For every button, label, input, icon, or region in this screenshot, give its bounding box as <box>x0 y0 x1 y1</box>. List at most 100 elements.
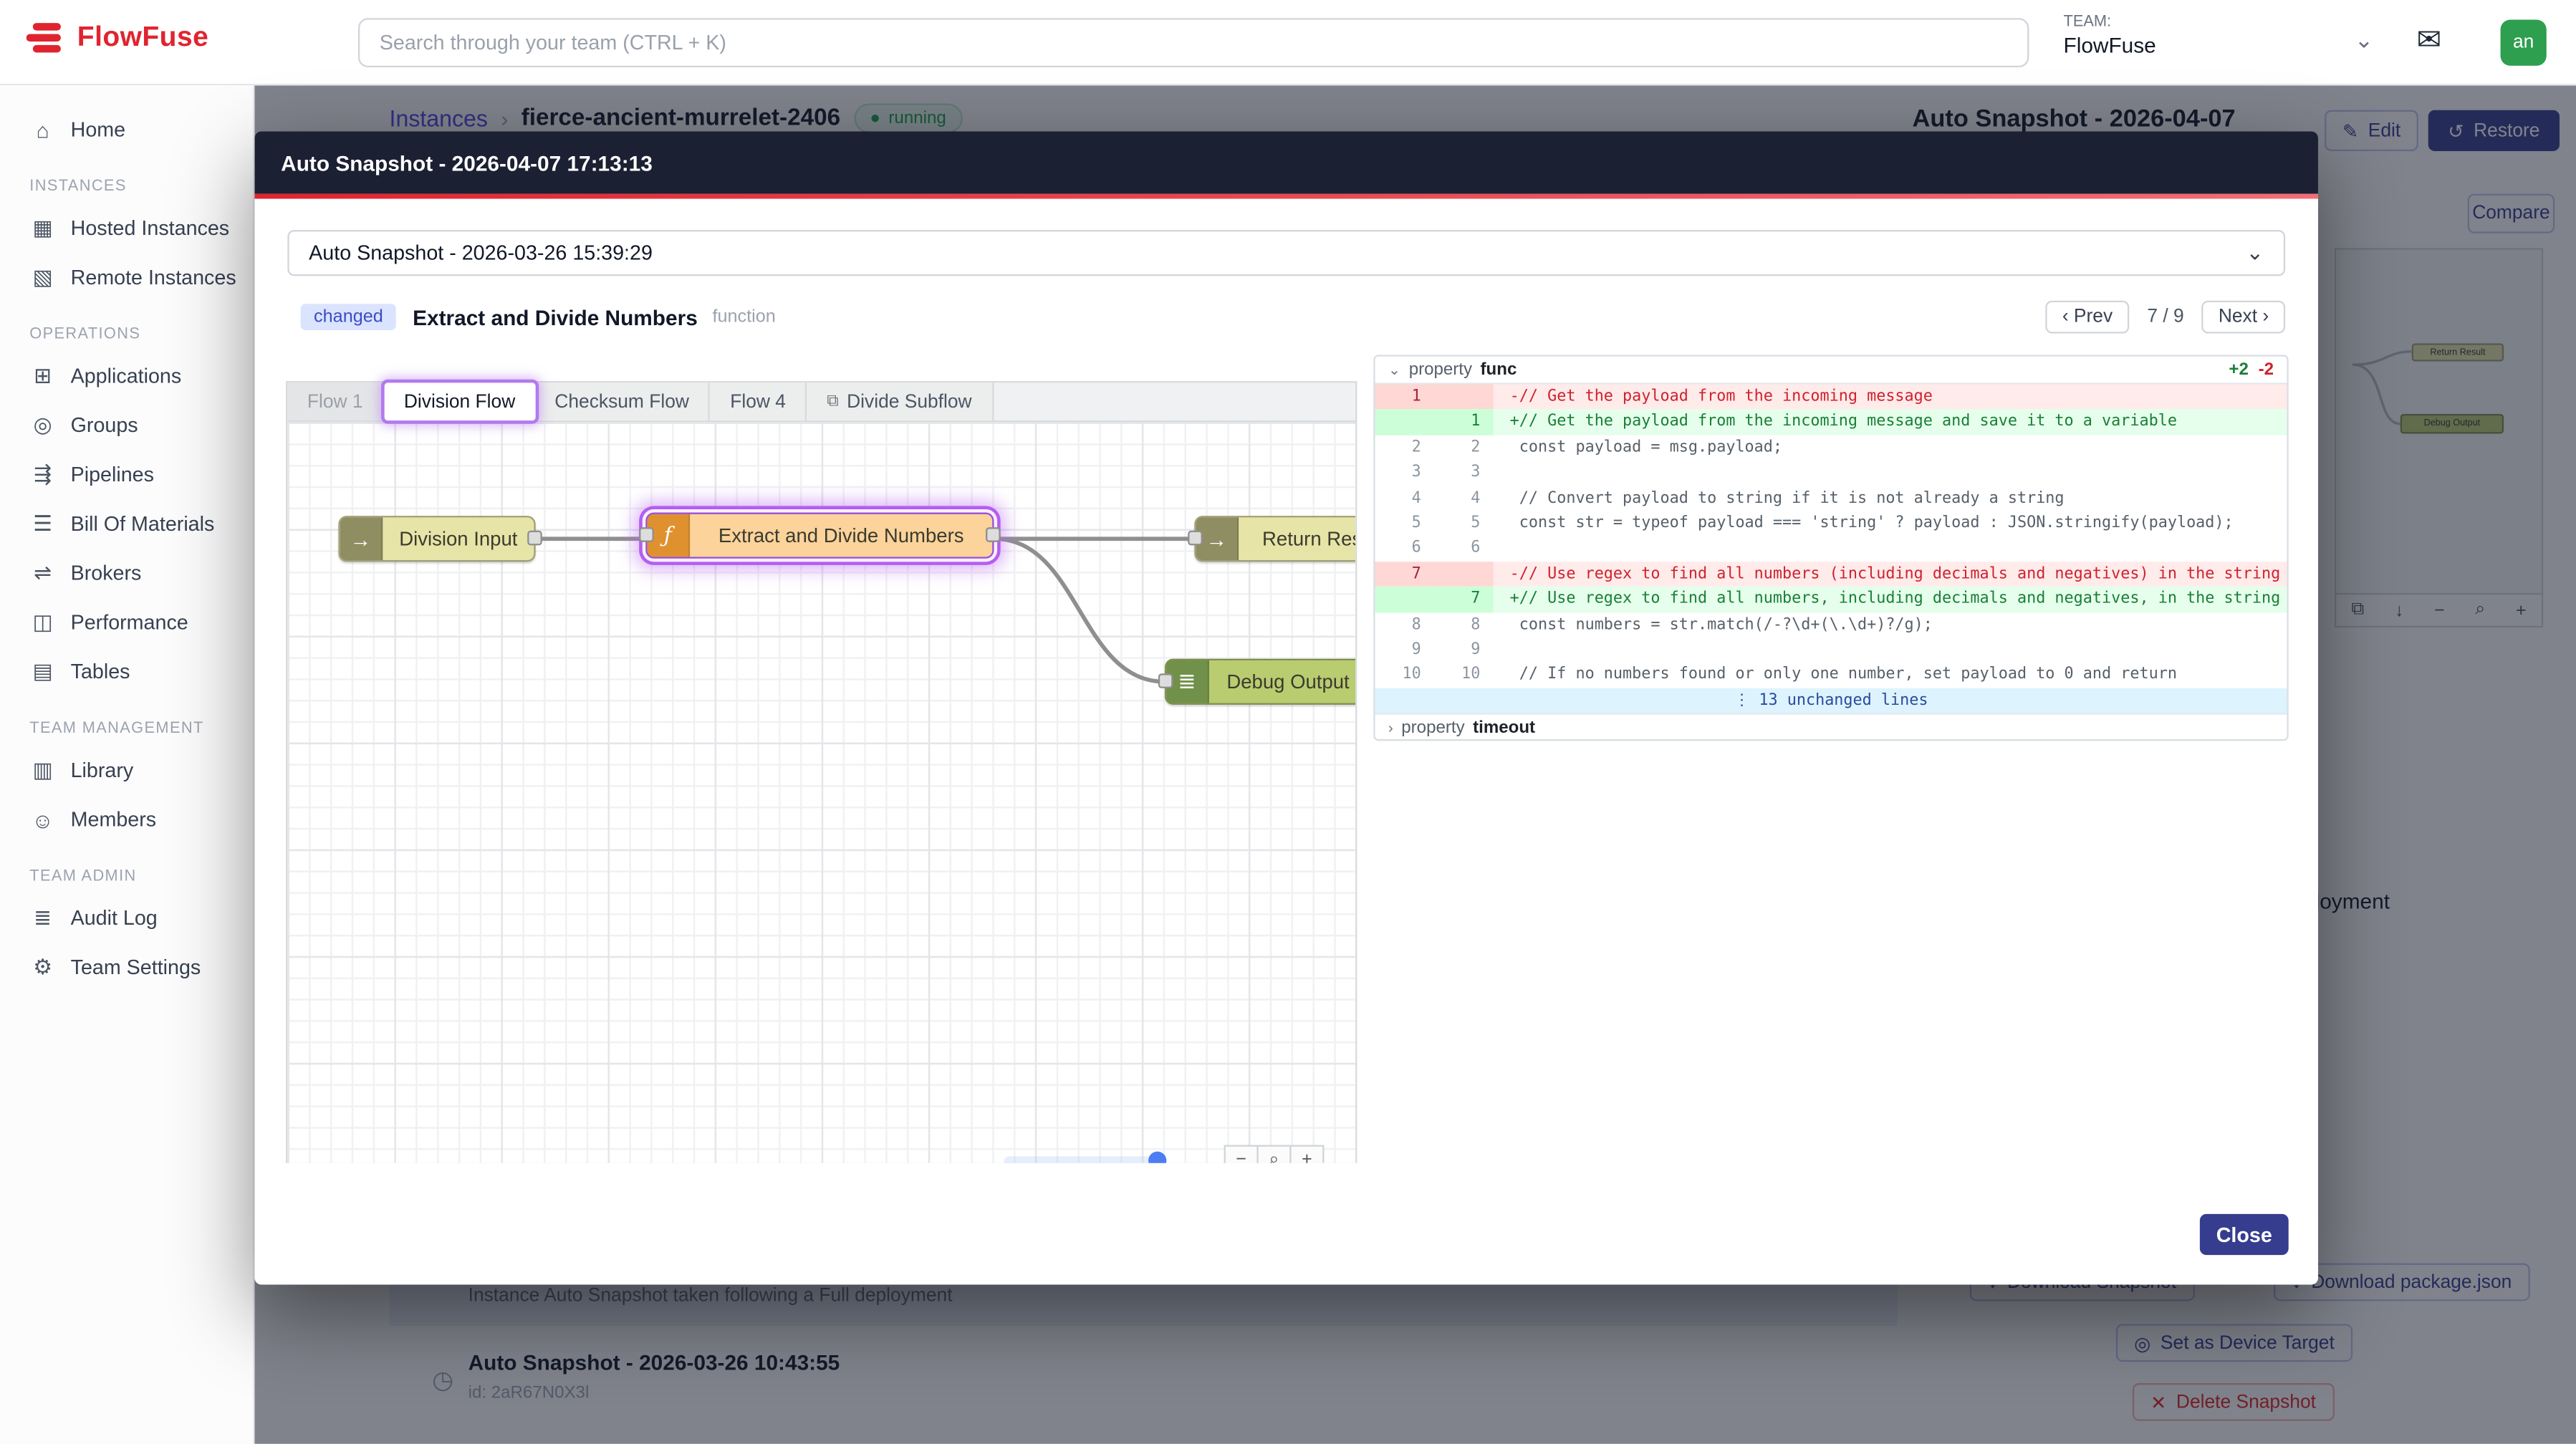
old-line-number <box>1375 587 1435 612</box>
node-input-port[interactable] <box>639 527 654 542</box>
topbar: FlowFuse TEAM: FlowFuse ⌄ ✉ an <box>0 0 2576 85</box>
team-switcher[interactable]: TEAM: FlowFuse <box>2064 13 2156 61</box>
sidebar-item-team-settings[interactable]: ⚙ Team Settings <box>0 943 253 992</box>
sidebar-item-label: Home <box>71 118 125 141</box>
diff-line: 9 9 <box>1375 637 2287 663</box>
groups-icon: ◎ <box>29 413 56 439</box>
flow-tab-label: Flow 4 <box>730 392 786 412</box>
node-output-port[interactable] <box>527 531 542 546</box>
sidebar-item-label: Library <box>71 759 134 782</box>
flow-tab-label: Flow 1 <box>307 392 363 412</box>
node-label: Debug Output <box>1209 660 1355 703</box>
team-search-input[interactable] <box>358 18 2029 67</box>
diff-expand-row[interactable]: ⋮ 13 unchanged lines <box>1375 688 2287 713</box>
flow-node-extract-and-divide-numbers[interactable]: ƒ Extract and Divide Numbers <box>645 513 994 559</box>
canvas-scrollbar[interactable] <box>1004 1157 1155 1163</box>
brokers-icon: ⇌ <box>29 560 56 587</box>
chevron-down-icon: ⌄ <box>1388 360 1400 378</box>
diff-property-timeout-header[interactable]: › property timeout <box>1375 713 2287 740</box>
flowfuse-logo-text: FlowFuse <box>77 21 208 54</box>
node-label: Division Input <box>383 517 534 560</box>
sidebar-item-hosted-instances[interactable]: ▦ Hosted Instances <box>0 203 253 253</box>
sidebar-item-label: Team Settings <box>71 956 201 979</box>
sidebar-item-home[interactable]: ⌂ Home <box>0 105 253 155</box>
sidebar-item-label: Performance <box>71 611 188 634</box>
node-label: Extract and Divide Numbers <box>690 514 992 557</box>
flowfuse-logo[interactable]: FlowFuse <box>27 21 209 54</box>
mail-icon[interactable]: ✉ <box>2417 23 2442 57</box>
sidebar-item-bill-of-materials[interactable]: ☰ Bill Of Materials <box>0 499 253 549</box>
sidebar-item-tables[interactable]: ▤ Tables <box>0 648 253 697</box>
flow-canvas[interactable]: − ⌕ + → Division Input ƒ Extract and Div… <box>287 422 1355 1163</box>
sidebar-section-header: TEAM MANAGEMENT <box>0 696 253 746</box>
sidebar-item-performance[interactable]: ◫ Performance <box>0 598 253 648</box>
chevron-right-icon: › <box>1388 719 1393 736</box>
new-line-number: 10 <box>1434 663 1494 688</box>
sidebar-item-groups[interactable]: ◎ Groups <box>0 401 253 451</box>
team-settings-icon: ⚙ <box>29 954 56 981</box>
sidebar-item-label: Applications <box>71 365 182 388</box>
flow-node-return-result[interactable]: → Return Result <box>1194 516 1355 562</box>
sidebar-item-remote-instances[interactable]: ▧ Remote Instances <box>0 253 253 302</box>
flow-node-debug-output[interactable]: ≣ Debug Output <box>1165 659 1355 705</box>
zoom-out-button[interactable]: − <box>1224 1145 1259 1163</box>
zoom-reset-button[interactable]: ⌕ <box>1256 1145 1291 1163</box>
new-line-number: 3 <box>1434 461 1494 486</box>
diff-line: 6 6 <box>1375 536 2287 561</box>
sidebar-item-label: Bill Of Materials <box>71 513 215 536</box>
sidebar-item-label: Tables <box>71 660 130 683</box>
changed-node-name: Extract and Divide Numbers <box>413 304 698 329</box>
close-button[interactable]: Close <box>2200 1214 2289 1255</box>
sidebar-item-applications[interactable]: ⊞ Applications <box>0 352 253 401</box>
prev-change-button[interactable]: ‹ Prev <box>2046 301 2129 334</box>
sidebar-item-members[interactable]: ☺ Members <box>0 795 253 844</box>
new-line-number: 5 <box>1434 511 1494 536</box>
node-label: Return Result <box>1239 517 1355 560</box>
sidebar-item-label: Hosted Instances <box>71 217 230 240</box>
flow-tab-checksum-flow[interactable]: Checksum Flow <box>535 382 711 420</box>
snapshot-dialog: Auto Snapshot - 2026-04-07 17:13:13 Auto… <box>254 131 2318 1284</box>
old-line-number <box>1375 410 1435 435</box>
node-input-port[interactable] <box>1188 531 1203 546</box>
flow-tab-flow-4[interactable]: Flow 4 <box>711 382 807 420</box>
diff-property-header[interactable]: ⌄ property func +2 -2 <box>1375 357 2287 385</box>
zoom-in-button[interactable]: + <box>1289 1145 1324 1163</box>
new-line-number: 1 <box>1434 410 1494 435</box>
new-line-number: 4 <box>1434 486 1494 511</box>
snapshot-select[interactable]: Auto Snapshot - 2026-03-26 15:39:29 ⌄ <box>287 230 2285 276</box>
scroll-indicator[interactable] <box>1148 1152 1166 1163</box>
diff-line: 5 5 const str = typeof payload === 'stri… <box>1375 511 2287 536</box>
avatar[interactable]: an <box>2501 20 2547 66</box>
node-output-port[interactable] <box>986 527 1001 542</box>
sidebar-item-label: Remote Instances <box>71 266 236 289</box>
sidebar-item-library[interactable]: ▥ Library <box>0 746 253 795</box>
old-line-number: 10 <box>1375 663 1435 688</box>
diff-line: 1 -// Get the payload from the incoming … <box>1375 385 2287 410</box>
snapshot-select-value: Auto Snapshot - 2026-03-26 15:39:29 <box>309 241 653 264</box>
diff-code <box>1494 536 2287 561</box>
new-line-number: 6 <box>1434 536 1494 561</box>
sidebar-item-brokers[interactable]: ⇌ Brokers <box>0 549 253 598</box>
sidebar-item-audit-log[interactable]: ≣ Audit Log <box>0 894 253 943</box>
changed-node-type: function <box>712 307 775 327</box>
flow-tab-flow-1[interactable]: Flow 1 <box>287 382 384 420</box>
hosted-instances-icon: ▦ <box>29 215 56 241</box>
property-name: func <box>1481 360 1517 380</box>
sidebar-item-pipelines[interactable]: ⇶ Pipelines <box>0 450 253 499</box>
flow-node-division-input[interactable]: → Division Input <box>338 516 535 562</box>
flow-tab-divide-subflow[interactable]: ⧉ Divide Subflow <box>807 382 994 420</box>
home-icon: ⌂ <box>29 117 56 142</box>
diff-line: 7 -// Use regex to find all numbers (inc… <box>1375 562 2287 587</box>
dialog-accent-line <box>254 194 2318 199</box>
new-line-number <box>1434 385 1494 410</box>
next-change-button[interactable]: Next › <box>2202 301 2285 334</box>
diff-code: const payload = msg.payload; <box>1494 435 2287 460</box>
change-summary-row: changed Extract and Divide Numbers funct… <box>301 299 2285 334</box>
node-input-port[interactable] <box>1158 673 1173 688</box>
change-pager: ‹ Prev 7 / 9 Next › <box>2046 301 2285 334</box>
performance-icon: ◫ <box>29 610 56 636</box>
unchanged-lines-label: ⋮ 13 unchanged lines <box>1734 691 1928 709</box>
chevron-down-icon[interactable]: ⌄ <box>2354 27 2373 54</box>
bill-of-materials-icon: ☰ <box>29 511 56 537</box>
flow-tab-division-flow[interactable]: Division Flow <box>384 382 534 420</box>
